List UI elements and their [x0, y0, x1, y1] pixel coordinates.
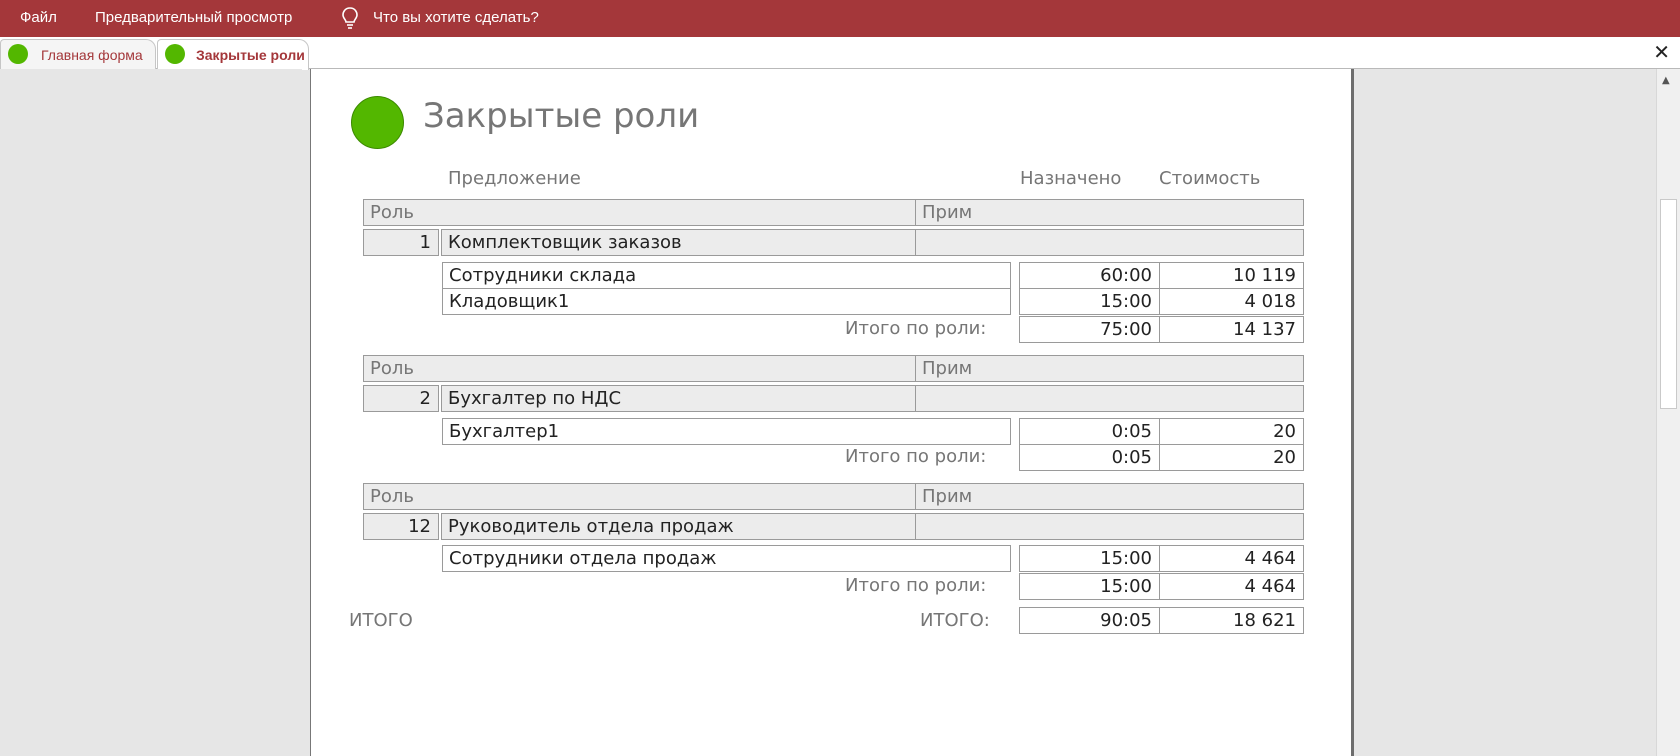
subtotal-assigned: 0:05 [1019, 444, 1160, 471]
cost-cell: 10 119 [1159, 262, 1304, 289]
subtotal-assigned: 75:00 [1019, 316, 1160, 343]
subtotal-label: Итого по роли: [845, 318, 987, 339]
tab-closed-roles-label: Закрытые роли [196, 47, 305, 63]
tab-main-form[interactable]: Главная форма [0, 39, 156, 69]
grand-total-assigned: 90:05 [1019, 607, 1160, 634]
subtotal-label: Итого по роли: [845, 575, 987, 596]
green-circle-icon [165, 44, 185, 64]
cost-cell: 4 464 [1159, 545, 1304, 572]
lightbulb-icon [342, 7, 358, 29]
group-header-note: Прим [915, 355, 1304, 382]
offer-cell: Кладовщик1 [442, 288, 1011, 315]
ribbon-bar: Файл Предварительный просмотр Что вы хот… [0, 0, 1680, 37]
role-note [915, 229, 1304, 256]
cost-cell: 4 018 [1159, 288, 1304, 315]
role-name: Комплектовщик заказов [441, 229, 916, 256]
offer-cell: Сотрудники отдела продаж [442, 545, 1011, 572]
document-tab-bar: Главная форма Закрытые роли [0, 37, 1680, 70]
file-menu[interactable]: Файл [20, 9, 57, 26]
column-header-cost: Стоимость [1159, 168, 1261, 189]
assigned-cell: 60:00 [1019, 262, 1160, 289]
tell-me-search[interactable]: Что вы хотите сделать? [373, 9, 539, 26]
tab-main-form-label: Главная форма [41, 47, 143, 63]
role-note [915, 513, 1304, 540]
grand-total-label: ИТОГО: [920, 610, 990, 631]
offer-cell: Сотрудники склада [442, 262, 1011, 289]
scrollbar-thumb[interactable] [1660, 199, 1677, 409]
subtotal-assigned: 15:00 [1019, 573, 1160, 600]
cost-cell: 20 [1159, 418, 1304, 445]
vertical-scrollbar[interactable]: ▲ [1656, 69, 1680, 756]
grand-total-cost: 18 621 [1159, 607, 1304, 634]
subtotal-cost: 14 137 [1159, 316, 1304, 343]
assigned-cell: 15:00 [1019, 288, 1160, 315]
assigned-cell: 15:00 [1019, 545, 1160, 572]
grand-total-left-label: ИТОГО [349, 610, 413, 631]
offer-cell: Бухгалтер1 [442, 418, 1011, 445]
scroll-up-icon[interactable]: ▲ [1662, 75, 1670, 86]
role-note [915, 385, 1304, 412]
close-icon[interactable]: ✕ [1653, 40, 1670, 64]
green-circle-icon [351, 96, 404, 149]
preview-background-right [1357, 69, 1656, 756]
role-name: Руководитель отдела продаж [441, 513, 916, 540]
subtotal-label: Итого по роли: [845, 446, 987, 467]
subtotal-cost: 4 464 [1159, 573, 1304, 600]
preview-background-left [0, 69, 302, 756]
group-header-role: Роль [363, 355, 916, 382]
column-header-offer: Предложение [448, 168, 581, 189]
green-circle-icon [8, 44, 28, 64]
group-header-role: Роль [363, 199, 916, 226]
tab-closed-roles[interactable]: Закрытые роли [157, 39, 309, 70]
group-header-role: Роль [363, 483, 916, 510]
role-id: 2 [363, 385, 439, 412]
column-header-assigned: Назначено [1020, 168, 1122, 189]
role-id: 12 [363, 513, 439, 540]
role-id: 1 [363, 229, 439, 256]
group-header-note: Прим [915, 199, 1304, 226]
report-title: Закрытые роли [423, 96, 700, 136]
subtotal-cost: 20 [1159, 444, 1304, 471]
role-name: Бухгалтер по НДС [441, 385, 916, 412]
assigned-cell: 0:05 [1019, 418, 1160, 445]
group-header-note: Прим [915, 483, 1304, 510]
print-preview-tab[interactable]: Предварительный просмотр [95, 9, 292, 26]
